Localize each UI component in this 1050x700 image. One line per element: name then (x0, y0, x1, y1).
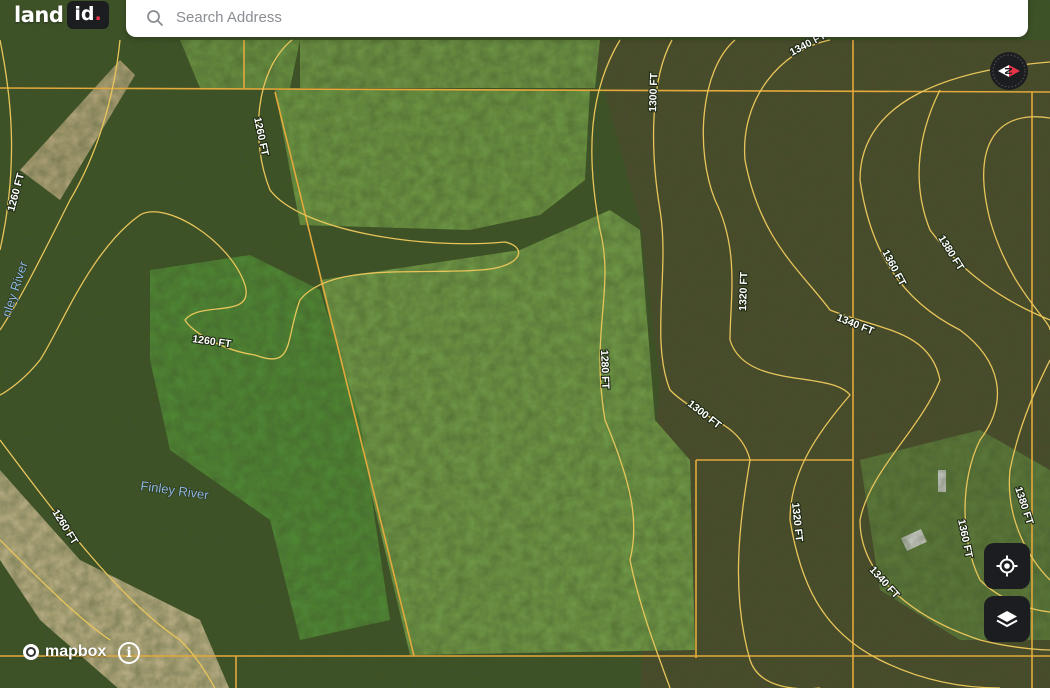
mapbox-label: mapbox (45, 643, 107, 660)
bottom-panel-edge (0, 688, 1050, 700)
search-bar[interactable] (126, 0, 1028, 37)
mapbox-attribution[interactable]: mapbox (22, 643, 106, 661)
landid-logo[interactable]: land id. (14, 0, 109, 30)
logo-badge-id: id. (67, 1, 109, 29)
layers-icon (996, 611, 1018, 627)
compass-north-letter: N (1002, 67, 1013, 74)
search-icon (147, 9, 163, 26)
contour-label-1300-top: 1300 FT (647, 72, 660, 112)
satellite-map[interactable]: 1260 FT 1260 FT 1260 FT 1260 FT 1280 FT … (0, 0, 1050, 700)
info-icon[interactable]: i (118, 642, 140, 664)
search-input[interactable] (174, 8, 998, 27)
logo-text-land: land (14, 3, 64, 27)
contour-label-1320-mid: 1320 FT (737, 271, 750, 311)
compass-button[interactable]: N (990, 52, 1028, 90)
locate-me-button[interactable] (984, 543, 1030, 589)
crosshair-icon (996, 555, 1018, 577)
mapbox-logo-icon (23, 644, 39, 660)
contour-label-1280: 1280 FT (598, 350, 611, 390)
compass-icon: N (992, 54, 1026, 88)
map-layers-button[interactable] (984, 596, 1030, 642)
logo-dot: . (94, 3, 102, 25)
logo-text-id: id (74, 3, 95, 25)
